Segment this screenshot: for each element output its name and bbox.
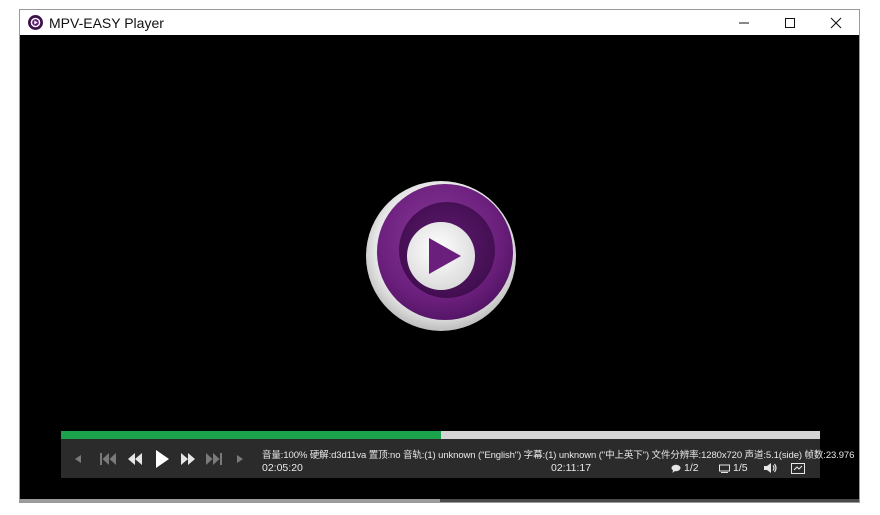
fast-forward-icon [181,452,195,465]
media-info-line: 音量:100% 硬解:d3d11va 置顶:no 音轨:(1) unknown … [262,450,855,461]
fast-forward-button[interactable] [175,439,201,478]
subtitle-track-button[interactable]: 1/2 [671,462,699,474]
title-bar[interactable]: MPV-EASY Player [20,10,859,35]
seek-bar[interactable] [61,431,820,439]
seek-bar-progress [61,431,441,439]
mpv-logo-icon [28,15,43,30]
fullscreen-button[interactable] [790,461,806,475]
skip-forward-button[interactable] [201,439,227,478]
subtitle-bubble-icon [671,464,681,473]
rewind-button[interactable] [121,439,149,478]
player-window: MPV-EASY Player 音量:100% 硬解:d3d11va 置顶:no… [19,9,860,503]
skip-back-icon [100,452,116,465]
prev-chapter-button[interactable] [61,439,95,478]
window-bottom-scroll-thumb[interactable] [20,499,440,502]
audio-track-button[interactable]: 1/5 [719,462,748,474]
window-bottom-scroll-track[interactable] [20,499,859,502]
play-icon [156,449,169,468]
audio-track-label: 1/5 [733,462,748,474]
subtitle-track-label: 1/2 [684,462,699,474]
prev-chapter-icon [75,454,81,463]
on-screen-controller: 音量:100% 硬解:d3d11va 置顶:no 音轨:(1) unknown … [61,431,854,478]
play-button[interactable] [149,439,175,478]
volume-button[interactable] [762,461,778,475]
fullscreen-icon [791,462,805,474]
maximize-button[interactable] [767,10,813,35]
audio-track-icon [719,464,730,473]
rewind-icon [128,452,142,465]
skip-back-button[interactable] [95,439,121,478]
volume-icon [764,463,777,473]
minimize-button[interactable] [721,10,767,35]
next-chapter-button[interactable] [227,439,253,478]
maximize-icon [785,17,795,28]
mpv-play-logo [366,181,516,331]
current-time[interactable]: 02:05:20 [262,462,303,474]
close-button[interactable] [813,10,859,35]
next-chapter-icon [237,454,243,463]
total-time[interactable]: 02:11:17 [551,462,591,474]
minimize-icon [739,22,749,23]
close-icon [830,17,842,28]
skip-forward-icon [206,452,222,465]
window-title: MPV-EASY Player [49,14,164,31]
